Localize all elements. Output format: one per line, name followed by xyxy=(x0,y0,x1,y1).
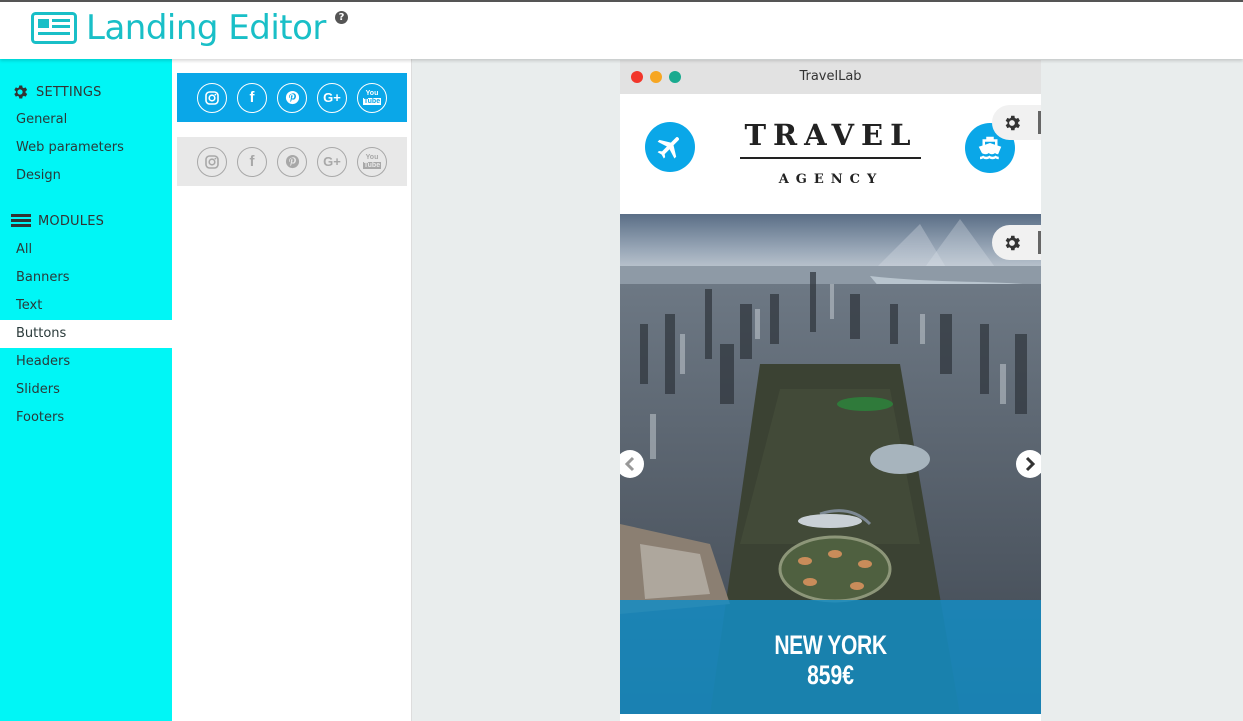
slide-city: NEW YORK xyxy=(774,630,887,660)
google-plus-icon: G+ xyxy=(317,146,347,177)
newspaper-icon xyxy=(31,12,77,44)
preview-title: TravelLab xyxy=(799,69,862,84)
brand-subtitle: AGENCY xyxy=(778,172,884,187)
youtube-top-label: You xyxy=(365,90,379,97)
facebook-icon: f xyxy=(237,82,267,113)
top-bar: Landing Editor ? xyxy=(0,0,1243,59)
header-settings-button[interactable] xyxy=(992,105,1041,140)
youtube-top-label: You xyxy=(365,154,379,161)
slider-next-button[interactable] xyxy=(1016,450,1041,478)
preview-window: TravelLab TRAVEL AGENCY NEW YORK 859€ xyxy=(620,60,1041,721)
settings-section-header: SETTINGS xyxy=(11,83,102,101)
sidebar-item-general[interactable]: General xyxy=(0,106,172,134)
modules-panel: f G+ You Tube f G+ You Tube xyxy=(172,59,412,721)
sidebar-item-headers[interactable]: Headers xyxy=(0,348,172,376)
modules-label: MODULES xyxy=(38,213,105,229)
slide-price: 859€ xyxy=(807,660,854,690)
sidebar-item-sliders[interactable]: Sliders xyxy=(0,376,172,404)
sidebar-item-web-parameters[interactable]: Web parameters xyxy=(0,134,172,162)
sidebar: SETTINGS General Web parameters Design M… xyxy=(0,59,172,721)
brand-title: TRAVEL xyxy=(744,118,918,152)
list-icon xyxy=(11,214,31,227)
help-icon[interactable]: ? xyxy=(335,11,348,24)
social-buttons-module-blue[interactable]: f G+ You Tube xyxy=(177,73,407,122)
modules-section-header: MODULES xyxy=(11,213,104,229)
instagram-icon xyxy=(197,82,227,113)
facebook-icon: f xyxy=(237,146,267,177)
sidebar-item-banners[interactable]: Banners xyxy=(0,264,172,292)
youtube-icon: You Tube xyxy=(357,82,387,113)
youtube-bottom-label: Tube xyxy=(362,162,382,169)
pinterest-icon xyxy=(277,146,307,177)
slide-caption: NEW YORK 859€ xyxy=(620,600,1041,714)
sidebar-item-all[interactable]: All xyxy=(0,236,172,264)
app-title: Landing Editor xyxy=(86,8,326,48)
slider-settings-button[interactable] xyxy=(992,225,1041,260)
instagram-icon xyxy=(197,146,227,177)
gear-icon xyxy=(1005,115,1020,130)
sidebar-item-footers[interactable]: Footers xyxy=(0,404,172,432)
youtube-bottom-label: Tube xyxy=(362,98,382,105)
airplane-icon xyxy=(645,122,695,172)
gear-icon xyxy=(14,85,28,99)
slider-module: NEW YORK 859€ xyxy=(620,214,1041,714)
google-plus-icon: G+ xyxy=(317,82,347,113)
pinterest-icon xyxy=(277,82,307,113)
preview-title-bar: TravelLab xyxy=(620,60,1041,94)
settings-label: SETTINGS xyxy=(36,84,102,100)
chevron-left-icon xyxy=(624,456,635,472)
sidebar-item-design[interactable]: Design xyxy=(0,162,172,190)
chevron-right-icon xyxy=(1025,456,1036,472)
social-buttons-module-grey[interactable]: f G+ You Tube xyxy=(177,137,407,186)
sidebar-item-buttons[interactable]: Buttons xyxy=(0,320,172,348)
gear-icon xyxy=(1005,235,1020,250)
brand-divider xyxy=(740,157,921,159)
sidebar-item-text[interactable]: Text xyxy=(0,292,172,320)
youtube-icon: You Tube xyxy=(357,146,387,177)
